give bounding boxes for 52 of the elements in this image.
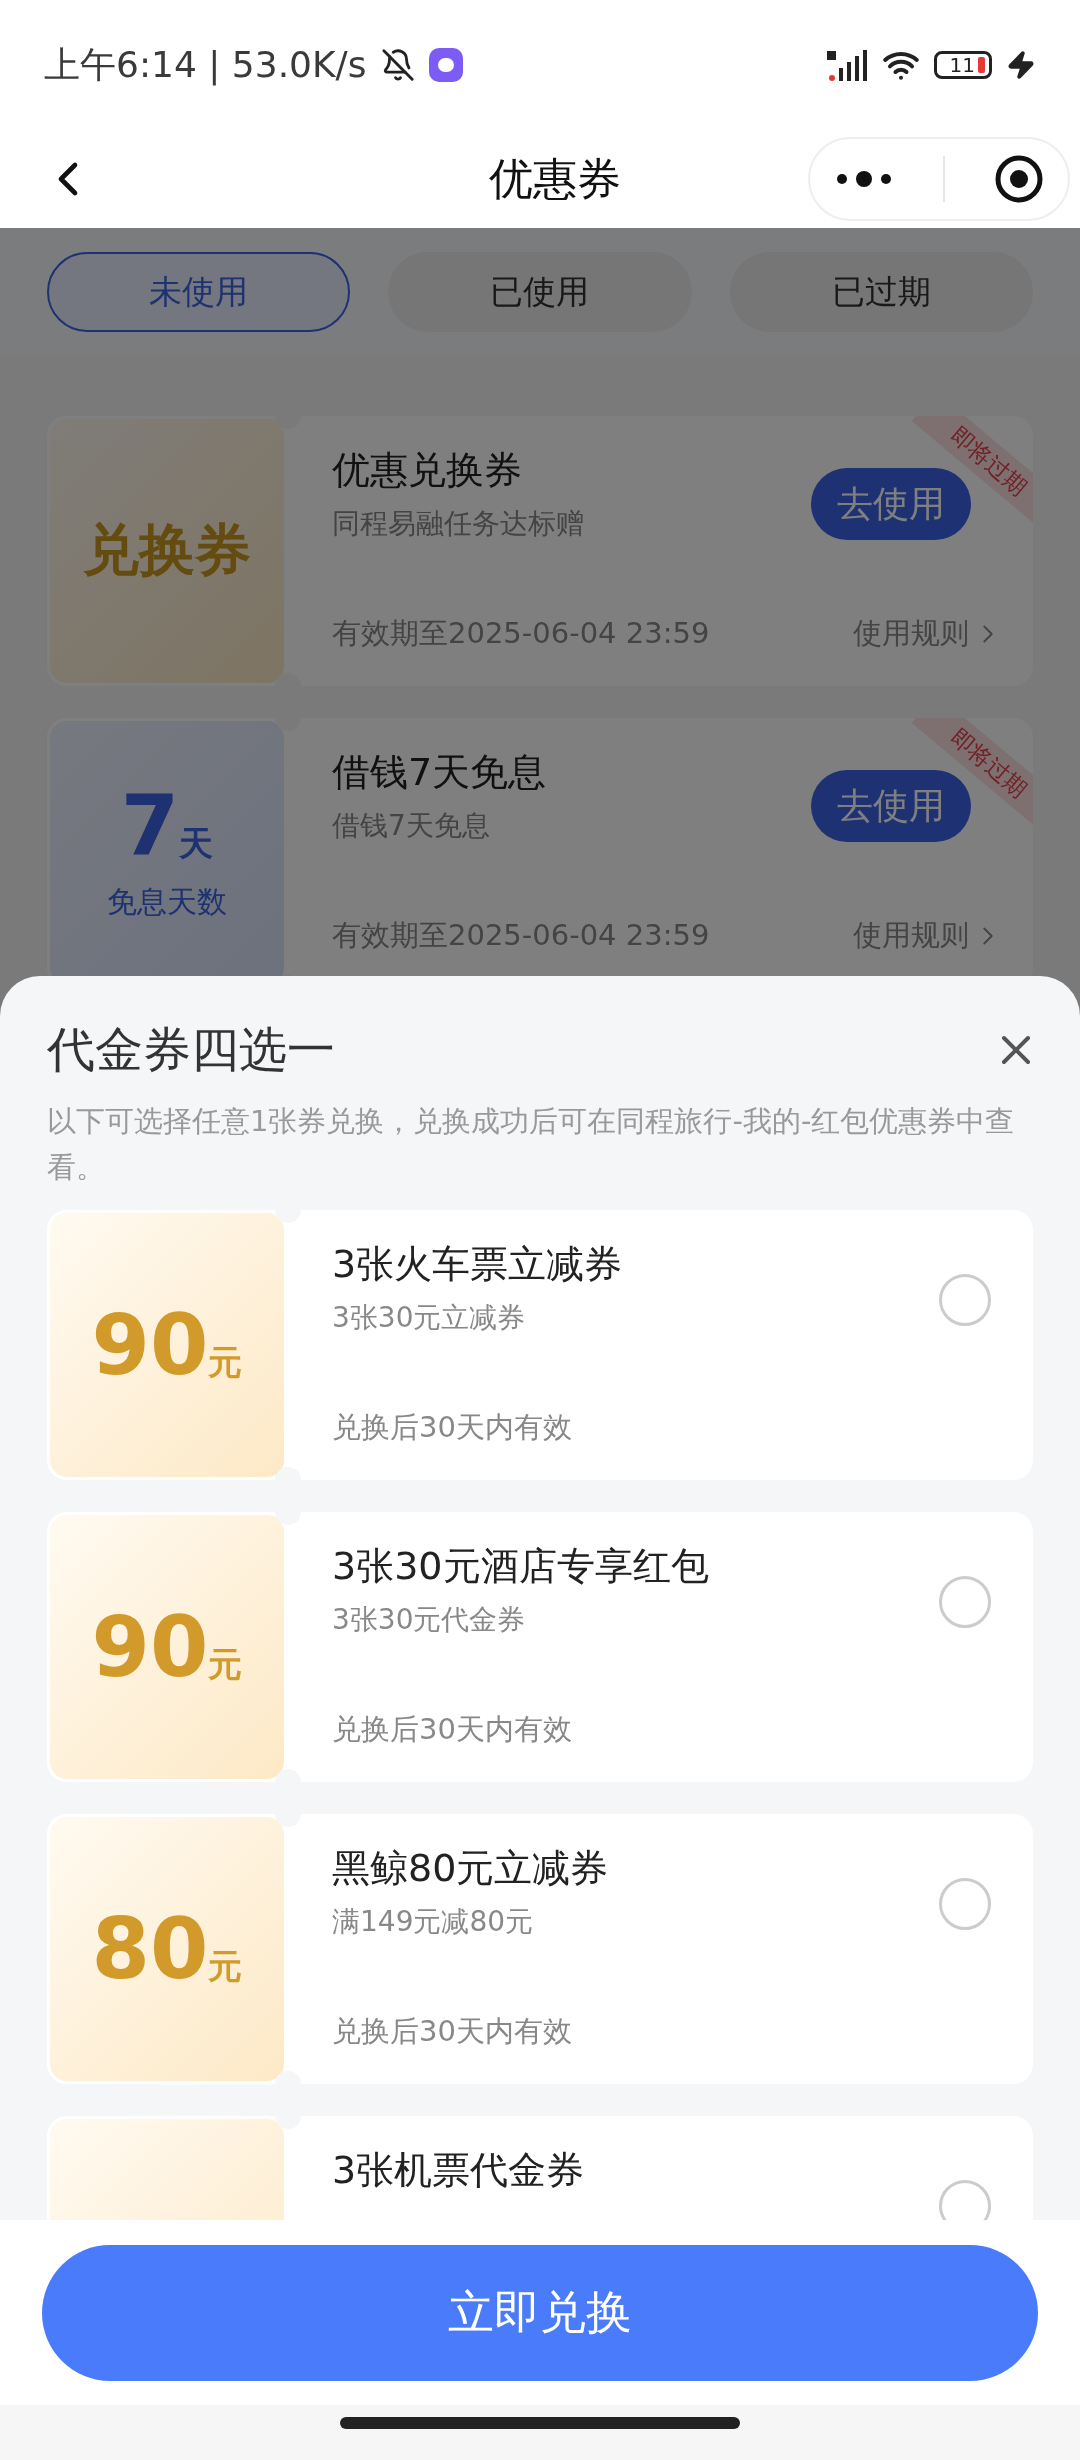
voucher-amount: 90 (91, 1605, 209, 1689)
sheet-description: 以下可选择任意1张券兑换，兑换成功后可在同程旅行-我的-红包优惠券中查看。 (47, 1103, 1016, 1186)
page-title: 优惠券 (489, 151, 621, 206)
redeem-button[interactable]: 立即兑换 (42, 2244, 1038, 2381)
charging-icon (1006, 50, 1036, 80)
radio-button[interactable] (939, 1576, 991, 1628)
voucher-title: 3张火车票立减券 (332, 1241, 623, 1288)
radio-button[interactable] (939, 1274, 991, 1326)
voucher-title: 黑鲸80元立减券 (332, 1845, 609, 1892)
sheet-title: 代金券四选一 (47, 1020, 335, 1079)
app-icon (428, 48, 463, 82)
days-amount: 7 (120, 783, 180, 868)
status-time: 上午6:14 | 53.0K/s (44, 42, 367, 88)
use-button[interactable]: 去使用 (811, 770, 971, 842)
coupon-subtitle: 借钱7天免息 (332, 808, 490, 845)
voucher-option[interactable]: 3张机票代金券 (47, 2116, 1033, 2220)
coupon-subtitle: 同程易融任务达标赠 (332, 506, 584, 543)
bell-off-icon (380, 48, 415, 82)
signal-icon (826, 48, 868, 82)
filter-tab[interactable]: 已过期 (729, 252, 1033, 332)
voucher-unit: 元 (208, 1341, 243, 1384)
voucher-amount: 80 (91, 1907, 209, 1991)
voucher-unit: 元 (208, 1643, 243, 1686)
voucher-option[interactable]: 90元 3张火车票立减券 3张30元立减券 兑换后30天内有效 (47, 1210, 1033, 1480)
voucher-unit: 元 (208, 1945, 243, 1988)
validity-text: 有效期至2025-06-04 23:59 (332, 917, 710, 954)
rules-link[interactable]: 使用规则 (853, 916, 1003, 956)
validity-text: 兑换后30天内有效 (332, 1711, 572, 1748)
voucher-subtitle: 3张30元代金券 (332, 1602, 526, 1639)
filter-tab[interactable]: 未使用 (47, 252, 351, 332)
voucher-amount: 90 (91, 1303, 209, 1387)
battery-icon: 11 (934, 51, 992, 79)
coupon-title: 优惠兑换券 (332, 447, 522, 494)
radio-button[interactable] (939, 1878, 991, 1930)
validity-text: 兑换后30天内有效 (332, 2013, 572, 2050)
validity-text: 有效期至2025-06-04 23:59 (332, 615, 710, 652)
validity-text: 兑换后30天内有效 (332, 1409, 572, 1446)
voucher-subtitle: 满149元减80元 (332, 1904, 534, 1941)
coupon-label: 兑换券 (83, 516, 251, 584)
voucher-title: 3张30元酒店专享红包 (332, 1543, 709, 1590)
rules-link[interactable]: 使用规则 (853, 614, 1003, 654)
filter-tab[interactable]: 已使用 (388, 252, 692, 332)
radio-button[interactable] (939, 2180, 991, 2220)
voucher-option[interactable]: 90元 3张30元酒店专享红包 3张30元代金券 兑换后30天内有效 (47, 1512, 1033, 1782)
days-caption: 免息天数 (107, 882, 227, 921)
target-icon[interactable] (993, 154, 1044, 204)
voucher-option[interactable]: 80元 黑鲸80元立减券 满149元减80元 兑换后30天内有效 (47, 1814, 1033, 2084)
days-unit: 天 (179, 821, 214, 865)
use-button[interactable]: 去使用 (811, 468, 971, 540)
coupon-title: 借钱7天免息 (332, 749, 547, 796)
voucher-subtitle: 3张30元立减券 (332, 1300, 526, 1337)
voucher-title: 3张机票代金券 (332, 2147, 585, 2194)
